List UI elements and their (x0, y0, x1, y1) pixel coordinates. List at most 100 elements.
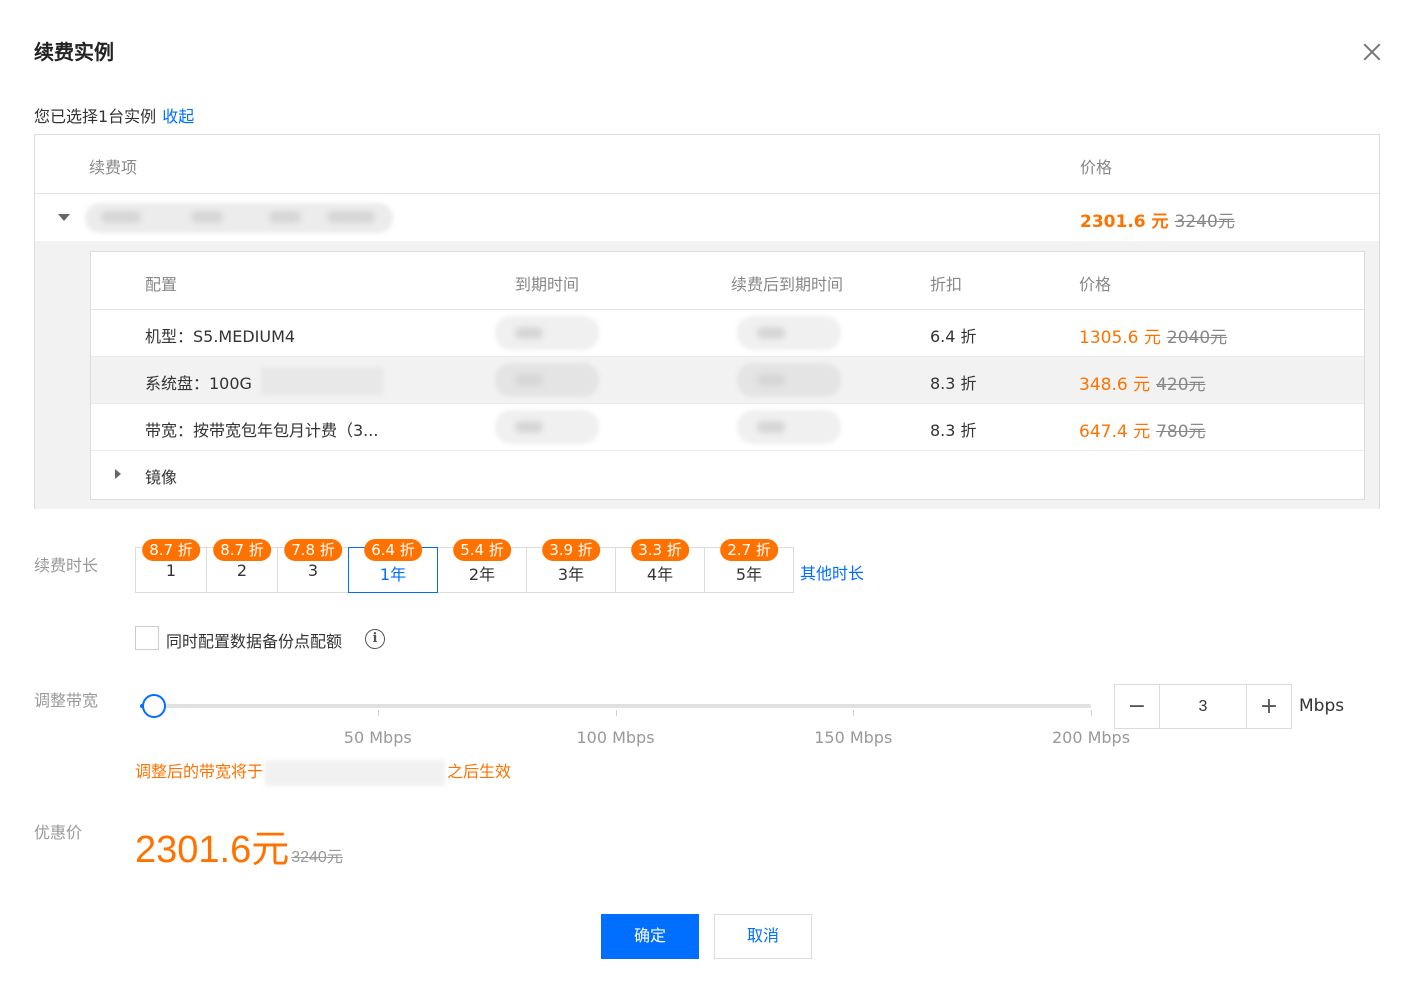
instance-price: 2301.6 元 3240元 (1080, 207, 1235, 232)
renew-items-table: 续费项 价格 2301.6 元 3240元 配置 到期时间 续费后到期时间 折扣 … (34, 134, 1380, 509)
bandwidth-label: 调整带宽 (34, 691, 99, 710)
duration-option-label: 1 (165, 561, 177, 580)
config-cell: 带宽：按带宽包年包月计费（3... (145, 421, 379, 440)
redacted-expire-after (737, 363, 841, 397)
duration-option-label: 3年 (557, 565, 585, 584)
table-row: 系统盘：100G 8.3 折 348.6 元 420元 (91, 357, 1364, 404)
slider-tick-label: 200 Mbps (1051, 728, 1131, 747)
duration-option[interactable]: 6.4 折 1年 (348, 539, 438, 593)
redacted-mark (327, 211, 375, 223)
instance-detail-area: 配置 到期时间 续费后到期时间 折扣 价格 机型：S5.MEDIUM4 6.4 … (35, 241, 1379, 509)
redacted-mark (101, 211, 141, 223)
image-row[interactable]: 镜像 (91, 451, 1364, 498)
duration-option[interactable]: 7.8 折3 (277, 539, 349, 593)
discount-price: 2301.6元 3240元 (135, 818, 343, 873)
duration-option-label: 5年 (735, 565, 763, 584)
duration-option-label: 3 (307, 561, 319, 580)
redacted-expire (495, 363, 599, 397)
redacted-mark (515, 327, 543, 339)
price-value: 348.6 元 (1079, 375, 1151, 395)
backup-checkbox[interactable] (135, 626, 159, 650)
redacted-disk-type (261, 367, 383, 395)
duration-option[interactable]: 8.7 折2 (206, 539, 278, 593)
header-price: 价格 (1079, 275, 1112, 294)
duration-option-label: 2 (236, 561, 248, 580)
discount-badge: 3.9 折 (542, 539, 600, 561)
discount-original-price: 3240元 (291, 849, 343, 866)
redacted-mark (515, 374, 543, 386)
bandwidth-slider-handle[interactable] (142, 694, 167, 718)
selection-summary: 您已选择1台实例 收起 (34, 103, 194, 127)
discount-price-label: 优惠价 (34, 823, 83, 842)
dialog-title: 续费实例 (34, 40, 114, 64)
redacted-expire (495, 410, 599, 444)
cancel-button[interactable]: 取消 (714, 914, 812, 959)
header-discount: 折扣 (930, 275, 963, 294)
original-price: 2040元 (1166, 328, 1228, 348)
slider-tick (1091, 710, 1092, 716)
slider-tick-label: 50 Mbps (343, 728, 412, 747)
other-duration-link[interactable]: 其他时长 (800, 560, 864, 584)
bandwidth-slider-track[interactable] (140, 704, 1092, 716)
redacted-expire-after (737, 316, 841, 350)
price-value: 647.4 元 (1079, 422, 1151, 442)
duration-label: 续费时长 (34, 556, 99, 575)
discount-cell: 8.3 折 (930, 421, 977, 440)
discount-badge: 8.7 折 (142, 539, 200, 561)
slider-tick-label: 150 Mbps (814, 728, 893, 747)
discount-badge: 3.3 折 (631, 539, 689, 561)
bandwidth-unit: Mbps (1299, 696, 1345, 716)
header-expire-after: 续费后到期时间 (731, 275, 844, 294)
bandwidth-stepper: − + (1114, 684, 1292, 729)
discount-cell: 6.4 折 (930, 327, 977, 346)
slider-tick (377, 710, 379, 716)
collapse-link[interactable]: 收起 (162, 107, 194, 126)
duration-option-label: 4年 (646, 565, 674, 584)
confirm-button[interactable]: 确定 (601, 914, 699, 959)
discount-cell: 8.3 折 (930, 374, 977, 393)
slider-tick (853, 710, 855, 716)
table-row: 机型：S5.MEDIUM4 6.4 折 1305.6 元 2040元 (91, 310, 1364, 357)
price-cell: 1305.6 元 2040元 (1079, 323, 1227, 348)
table-header: 续费项 价格 (35, 135, 1379, 194)
slider-tick-label: 100 Mbps (576, 728, 655, 747)
duration-option[interactable]: 2.7 折 5年 (704, 539, 794, 593)
selection-text: 您已选择1台实例 (34, 107, 157, 126)
header-expire: 到期时间 (515, 275, 580, 294)
discount-price-value: 2301.6元 (135, 829, 290, 871)
image-label: 镜像 (145, 468, 178, 487)
redacted-date (265, 759, 446, 786)
caret-down-icon[interactable] (58, 214, 70, 221)
discount-badge: 6.4 折 (364, 539, 422, 561)
bandwidth-notice: 调整后的带宽将于 之后生效 (135, 758, 511, 786)
duration-option[interactable]: 8.7 折1 (135, 539, 207, 593)
close-icon[interactable] (1358, 38, 1386, 66)
duration-option-label: 1年 (379, 565, 407, 584)
config-cell: 系统盘：100G (145, 374, 252, 393)
header-config: 配置 (145, 275, 178, 294)
original-price: 3240元 (1174, 212, 1235, 232)
redacted-mark (757, 374, 785, 386)
original-price: 780元 (1156, 422, 1206, 442)
backup-checkbox-label: 同时配置数据备份点配额 (166, 632, 343, 651)
duration-option[interactable]: 3.3 折 4年 (615, 539, 705, 593)
header-renew-item: 续费项 (89, 158, 138, 177)
discount-badge: 2.7 折 (720, 539, 778, 561)
redacted-mark (757, 327, 785, 339)
price-value: 2301.6 元 (1080, 212, 1169, 232)
increase-button[interactable]: + (1246, 685, 1291, 728)
bandwidth-input[interactable] (1160, 685, 1246, 728)
duration-option[interactable]: 5.4 折 2年 (437, 539, 527, 593)
slider-tick (615, 710, 617, 716)
price-cell: 348.6 元 420元 (1079, 370, 1206, 395)
redacted-expire-after (737, 410, 841, 444)
price-value: 1305.6 元 (1079, 328, 1161, 348)
caret-right-icon[interactable] (115, 469, 121, 479)
config-cell: 机型：S5.MEDIUM4 (145, 327, 296, 346)
info-icon[interactable]: i (365, 629, 385, 649)
duration-option[interactable]: 3.9 折 3年 (526, 539, 616, 593)
redacted-mark (515, 421, 543, 433)
notice-suffix: 之后生效 (447, 762, 512, 781)
instance-row[interactable]: 2301.6 元 3240元 (35, 194, 1379, 241)
decrease-button[interactable]: − (1115, 685, 1160, 728)
